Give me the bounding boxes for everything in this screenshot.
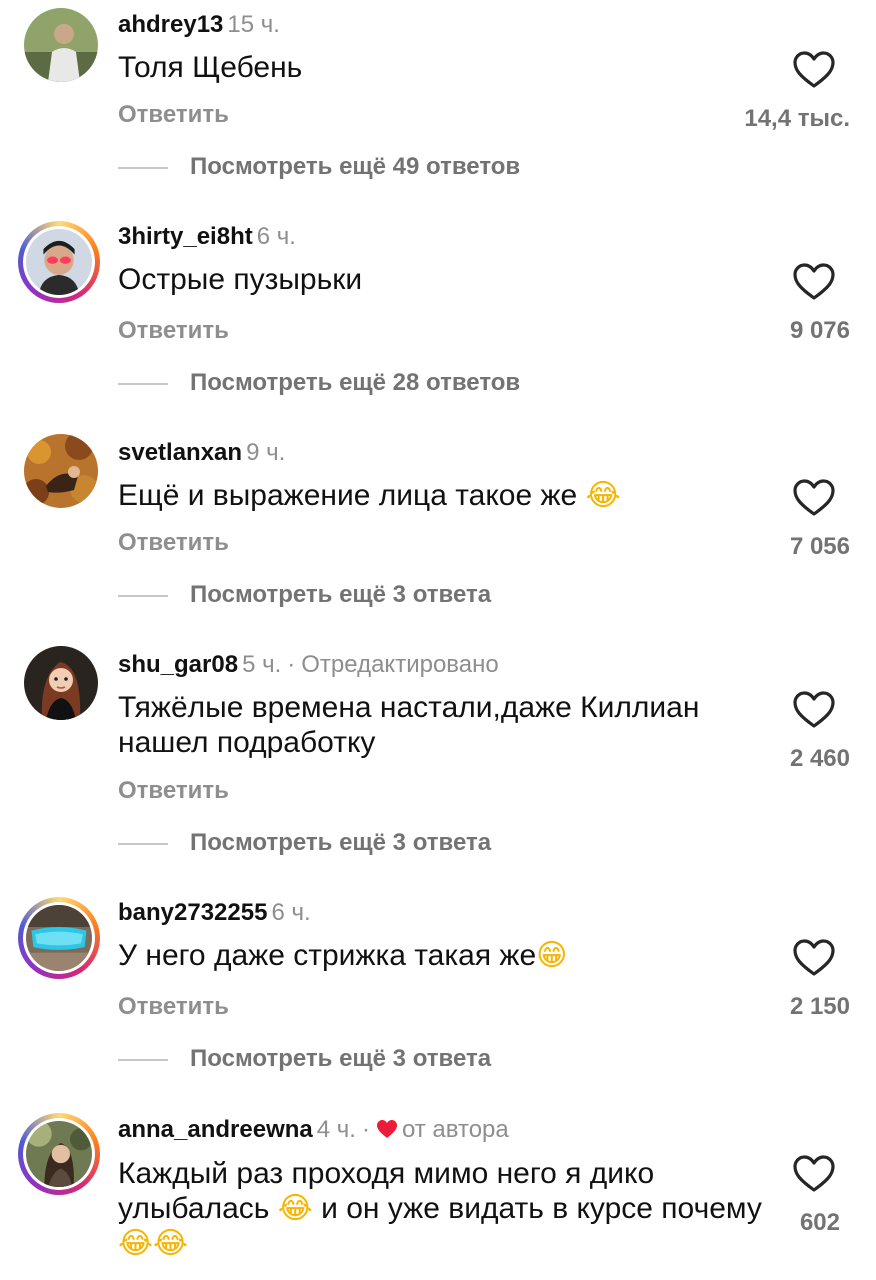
heart-outline-icon[interactable]	[792, 1154, 836, 1194]
separator-dot: ·	[287, 651, 296, 678]
heart-filled-icon	[376, 1120, 397, 1138]
avatar[interactable]	[18, 1113, 100, 1195]
divider	[118, 595, 168, 597]
heart-outline-icon[interactable]	[792, 938, 836, 978]
comment-text: Тяжёлые времена настали,даже Киллиан наш…	[118, 691, 700, 759]
heart-outline-icon[interactable]	[792, 478, 836, 518]
like-count: 9 076	[789, 317, 850, 344]
view-replies-button[interactable]: Посмотреть ещё 3 ответа	[118, 828, 718, 858]
author-liked-label: от автора	[401, 1116, 509, 1143]
timestamp: 4 ч.	[316, 1116, 356, 1143]
comment-meta: shu_gar08 5 ч. · Отредактировано	[118, 650, 499, 680]
timestamp: 15 ч.	[227, 11, 280, 38]
comment-text-body-2: и он уже видать в курсе почему	[321, 1192, 762, 1225]
username[interactable]: bany2732255	[118, 899, 267, 926]
timestamp: 9 ч.	[246, 439, 286, 466]
comment-text: У него даже стрижка такая же😁	[118, 938, 758, 973]
view-replies-label[interactable]: Посмотреть ещё 3 ответа	[190, 828, 491, 858]
like-count: 602	[799, 1209, 840, 1236]
avatar[interactable]	[24, 646, 98, 720]
view-replies-label[interactable]: Посмотреть ещё 3 ответа	[190, 1044, 491, 1074]
avatar[interactable]	[24, 8, 98, 82]
avatar[interactable]	[18, 221, 100, 303]
avatar[interactable]	[18, 897, 100, 979]
separator-dot: ·	[361, 1116, 370, 1143]
view-replies-label[interactable]: Посмотреть ещё 49 ответов	[190, 152, 520, 182]
timestamp: 6 ч.	[256, 223, 296, 250]
divider	[118, 843, 168, 845]
comment-text: Каждый раз проходя мимо него я дико улыб…	[118, 1156, 778, 1261]
comment-meta: anna_andreewna 4 ч. · от автора	[118, 1115, 509, 1145]
username[interactable]: anna_andreewna	[118, 1116, 313, 1143]
comment-text-body: Ещё и выражение лица такое же	[118, 479, 578, 512]
edited-label: Отредактировано	[301, 651, 499, 678]
username[interactable]: ahdrey13	[118, 11, 223, 38]
like-count: 14,4 тыс.	[744, 105, 850, 132]
laughing-tears-emoji-pair: 😂😂	[118, 1226, 189, 1261]
comment-text-body: У него даже стрижка такая же	[118, 939, 537, 972]
like-count: 7 056	[789, 533, 850, 560]
like-count: 2 460	[789, 745, 850, 772]
reply-button[interactable]: Ответить	[118, 776, 229, 806]
heart-outline-icon[interactable]	[792, 690, 836, 730]
comment-meta: svetlanxan 9 ч.	[118, 438, 285, 468]
view-replies-label[interactable]: Посмотреть ещё 3 ответа	[190, 580, 491, 610]
comment-meta: bany2732255 6 ч.	[118, 898, 311, 928]
comment-text: Толя Щебень	[118, 51, 303, 84]
divider	[118, 1059, 168, 1061]
like-count: 2 150	[789, 993, 850, 1020]
laughing-tears-emoji: 😂	[585, 478, 621, 513]
divider	[118, 383, 168, 385]
view-replies-button[interactable]: Посмотреть ещё 3 ответа	[118, 580, 718, 610]
username[interactable]: svetlanxan	[118, 439, 242, 466]
view-replies-button[interactable]: Посмотреть ещё 28 ответов	[118, 368, 718, 398]
username[interactable]: shu_gar08	[118, 651, 238, 678]
reply-button[interactable]: Ответить	[118, 316, 229, 346]
view-replies-button[interactable]: Посмотреть ещё 3 ответа	[118, 1044, 718, 1074]
timestamp: 5 ч.	[242, 651, 282, 678]
comment-text: Острые пузырьки	[118, 263, 363, 296]
comment-meta: 3hirty_ei8ht 6 ч.	[118, 222, 296, 252]
comment-meta: ahdrey13 15 ч.	[118, 10, 280, 40]
grinning-emoji: 😁	[536, 938, 568, 973]
divider	[118, 167, 168, 169]
view-replies-label[interactable]: Посмотреть ещё 28 ответов	[190, 368, 520, 398]
view-replies-button[interactable]: Посмотреть ещё 49 ответов	[118, 152, 718, 182]
comment-text: Ещё и выражение лица такое же 😂	[118, 478, 758, 513]
heart-outline-icon[interactable]	[792, 50, 836, 90]
username[interactable]: 3hirty_ei8ht	[118, 223, 253, 250]
reply-button[interactable]: Ответить	[118, 528, 229, 558]
heart-outline-icon[interactable]	[792, 262, 836, 302]
avatar[interactable]	[24, 434, 98, 508]
timestamp: 6 ч.	[271, 899, 311, 926]
reply-button[interactable]: Ответить	[118, 100, 229, 130]
laughing-tears-emoji: 😂	[277, 1191, 313, 1226]
reply-button[interactable]: Ответить	[118, 992, 229, 1022]
